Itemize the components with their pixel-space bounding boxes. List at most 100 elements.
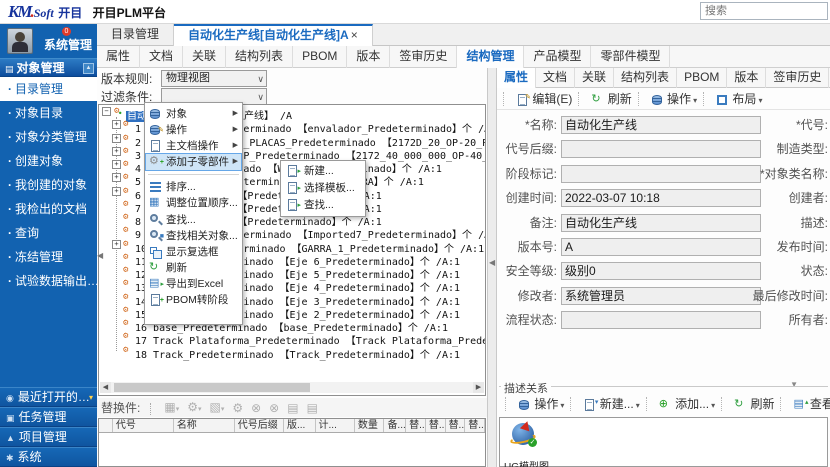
field-input-安全等级[interactable]: 级别0 (561, 262, 761, 280)
sidebar-item-任务管理[interactable]: ▣任务管理 (0, 407, 97, 427)
tab-零部件模型[interactable]: 零部件模型 (591, 46, 670, 68)
menu-item-操作[interactable]: ✎操作▶ (146, 122, 241, 138)
sidebar-splitter-handle[interactable]: ◀ (97, 244, 104, 268)
column-header-代号[interactable]: 代号 (113, 419, 174, 432)
field-input-创建时间[interactable]: 2022-03-07 10:18 (561, 189, 761, 207)
tree-horizontal-scrollbar[interactable]: ◀ ▶ (100, 382, 484, 393)
sidebar-item-试验数据输出…[interactable]: 试验数据输出… (0, 269, 97, 293)
toolbar-button-刷新[interactable]: ↻ 刷新 (591, 88, 631, 110)
chevron-down-icon[interactable]: ▾ (758, 96, 762, 105)
close-icon[interactable]: × (351, 28, 358, 42)
doc-tab-自动化生产线[自动化生产线]A[interactable]: 自动化生产线[自动化生产线]A× (174, 24, 373, 46)
chevron-down-icon[interactable]: ▾ (560, 401, 564, 410)
column-header-计...[interactable]: 计... (316, 419, 355, 432)
tab-文档[interactable]: 文档 (140, 46, 183, 68)
tab-PBOM[interactable]: PBOM (293, 46, 347, 68)
menu-item-主文档操作[interactable]: 主文档操作▶ (146, 138, 241, 154)
card-dropdown-icon[interactable]: ▦▾ (164, 398, 179, 419)
collapse-icon[interactable]: ▲ (83, 63, 94, 74)
properties-tab-版本[interactable]: 版本 (727, 68, 766, 88)
tab-结构管理[interactable]: 结构管理 (457, 46, 524, 68)
field-input-修改者[interactable]: 系统管理员 (561, 287, 761, 305)
tab-结构列表[interactable]: 结构列表 (226, 46, 293, 68)
sidebar-item-我检出的文档[interactable]: 我检出的文档 (0, 197, 97, 221)
toolbar-button-操作[interactable]: 操作▾ (651, 88, 697, 112)
column-header-名称[interactable]: 名称 (174, 419, 235, 432)
paste-icon[interactable]: ▤ (307, 399, 318, 418)
tree-row[interactable]: ⚙18 Track_Predeterminado 【Track_Predeter… (99, 345, 486, 358)
field-input-阶段标记[interactable] (561, 165, 761, 183)
tree-expand-icon[interactable]: + (112, 134, 121, 143)
column-header-替...[interactable]: 替... (406, 419, 426, 432)
relations-button-刷新[interactable]: ↻ 刷新 (734, 393, 774, 415)
submenu-item-新建[interactable]: ▸新建... (282, 163, 364, 180)
ug-model-icon[interactable]: ✓ (512, 423, 534, 445)
tree-collapse-icon[interactable]: − (102, 107, 111, 116)
properties-tab-结构列表[interactable]: 结构列表 (614, 68, 677, 88)
chevron-down-icon[interactable]: ▾ (89, 388, 93, 407)
column-header-版...[interactable]: 版... (284, 419, 316, 432)
tree-expand-icon[interactable]: + (112, 147, 121, 156)
menu-item-刷新[interactable]: ↻刷新 (146, 260, 241, 276)
layout-dropdown-icon[interactable]: ▧▾ (209, 398, 224, 419)
column-header-备...[interactable]: 备... (384, 419, 406, 432)
sidebar-item-系统[interactable]: ✱系统 (0, 447, 97, 467)
toolbar-button-布局[interactable]: 布局▾ (716, 88, 762, 112)
relations-button-新建[interactable]: ▾ 新建...▾ (583, 393, 639, 417)
tab-版本[interactable]: 版本 (347, 46, 390, 68)
tree-expand-icon[interactable]: + (112, 160, 121, 169)
submenu-item-选择模板[interactable]: ▸选择模板... (282, 180, 364, 197)
menu-item-PBOM转阶段[interactable]: +PBOM转阶段 (146, 292, 241, 308)
field-input-代号后缀[interactable] (561, 140, 761, 158)
sidebar-section-object-management[interactable]: ▤对象管理 ▲ (0, 58, 97, 77)
scrollbar-thumb[interactable] (114, 383, 310, 392)
menu-item-调整位置顺序[interactable]: ▦调整位置顺序... (146, 195, 241, 211)
gear-dropdown-icon[interactable]: ⚙▾ (187, 398, 201, 419)
avatar[interactable] (7, 28, 33, 54)
menu-item-排序[interactable]: 排序... (146, 179, 241, 195)
search-input[interactable] (700, 2, 828, 20)
column-header-替...[interactable]: 替... (446, 419, 466, 432)
menu-item-对象[interactable]: 对象▶ (146, 106, 241, 122)
cancel-icon[interactable]: ⊗ (269, 399, 279, 418)
chevron-down-icon[interactable]: ▾ (711, 401, 715, 410)
menu-item-显示复选框[interactable]: 显示复选框 (146, 244, 241, 260)
version-rule-select[interactable]: 物理视图∨ (161, 70, 267, 87)
tree-expand-icon[interactable]: + (112, 120, 121, 129)
properties-tab-签审历史[interactable]: 签审历史 (766, 68, 829, 88)
sidebar-item-对象目录[interactable]: 对象目录 (0, 101, 97, 125)
field-input-备注[interactable]: 自动化生产线 (561, 214, 761, 232)
menu-item-查找[interactable]: 查找... (146, 212, 241, 228)
scroll-right-icon[interactable]: ▶ (473, 382, 484, 393)
splitter-collapse-icon[interactable]: ◀ (489, 258, 495, 267)
submenu-item-查找[interactable]: ▸查找... (282, 197, 364, 214)
scroll-left-icon[interactable]: ◀ (100, 382, 111, 393)
menu-item-查找相关对象[interactable]: ■查找相关对象... (146, 228, 241, 244)
column-header-代号后缀[interactable]: 代号后缀 (235, 419, 284, 432)
tree-expand-icon[interactable]: + (112, 173, 121, 182)
relations-button-操作[interactable]: 操作▾ (518, 393, 564, 417)
sidebar-item-最近打开的…[interactable]: ◉最近打开的…▾ (0, 387, 97, 407)
menu-item-添加子零部件[interactable]: ⚙+添加子零部件▶ (146, 154, 241, 170)
relations-button-查看[interactable]: ▤▴ 查看▾ (793, 393, 830, 417)
properties-tab-PBOM[interactable]: PBOM (677, 68, 727, 88)
tree-expand-icon[interactable]: + (112, 240, 121, 249)
sidebar-item-对象分类管理[interactable]: 对象分类管理 (0, 125, 97, 149)
panel-splitter[interactable]: ◀ (487, 68, 497, 467)
sidebar-item-查询[interactable]: 查询 (0, 221, 97, 245)
field-input-版本号[interactable]: A (561, 238, 761, 256)
properties-tab-文档[interactable]: 文档 (536, 68, 575, 88)
sidebar-item-目录管理[interactable]: 目录管理 (0, 77, 97, 101)
gear-x-icon[interactable]: ⚙ (232, 399, 243, 418)
column-header-替...[interactable]: 替... (426, 419, 446, 432)
column-header-替...[interactable]: 替... (465, 419, 485, 432)
field-input-流程状态[interactable] (561, 311, 761, 329)
tab-关联[interactable]: 关联 (183, 46, 226, 68)
tab-产品模型[interactable]: 产品模型 (524, 46, 591, 68)
tab-属性[interactable]: 属性 (97, 46, 140, 68)
toolbar-button-编辑(E)[interactable]: ✎ 编辑(E) (516, 88, 572, 110)
chevron-down-icon[interactable]: ▾ (693, 96, 697, 105)
column-header-数量[interactable]: 数量 (355, 419, 385, 432)
chevron-down-icon[interactable]: ▾ (636, 401, 640, 410)
tree-expand-icon[interactable]: + (112, 187, 121, 196)
